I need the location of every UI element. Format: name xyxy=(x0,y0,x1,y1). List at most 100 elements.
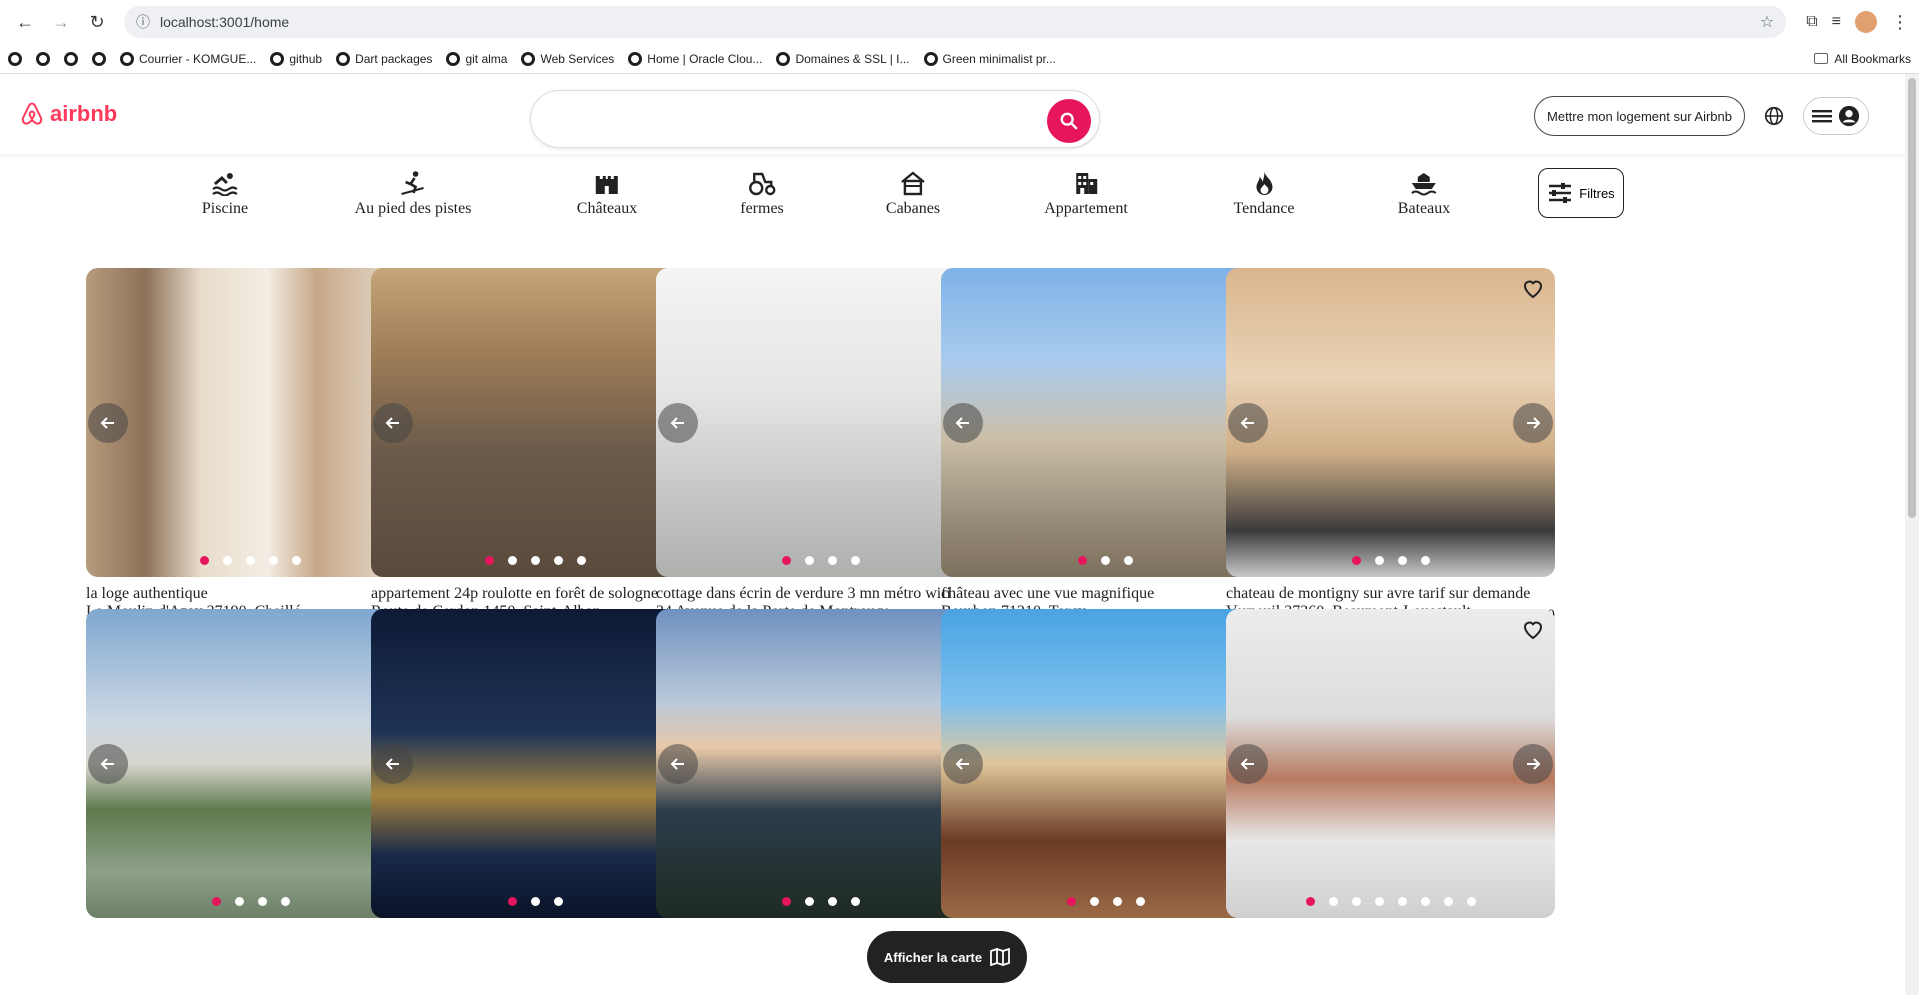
photo-dot[interactable] xyxy=(257,897,267,906)
listing-card[interactable] xyxy=(86,609,415,918)
bookmark-item[interactable]: github xyxy=(270,51,322,66)
heart-icon[interactable] xyxy=(1521,276,1545,300)
photo-dot[interactable] xyxy=(1305,897,1315,906)
reload-icon[interactable]: ↻ xyxy=(82,7,112,37)
photo-dot[interactable] xyxy=(211,897,221,906)
bookmark-item[interactable]: Green minimalist pr... xyxy=(923,51,1056,66)
listing-card[interactable] xyxy=(941,609,1270,918)
bookmark-item[interactable]: git alma xyxy=(446,51,507,66)
photo-dot[interactable] xyxy=(827,556,837,565)
bookmark-blank-3[interactable] xyxy=(64,51,78,66)
photo-dot[interactable] xyxy=(1420,897,1430,906)
photo-dot[interactable] xyxy=(531,556,540,565)
photo-dot[interactable] xyxy=(804,556,814,565)
search-button[interactable] xyxy=(1047,99,1091,143)
photo-dot[interactable] xyxy=(1078,556,1087,565)
listing-card[interactable]: cottage dans écrin de verdure 3 mn métro… xyxy=(656,268,985,659)
photo-dot[interactable] xyxy=(200,556,209,565)
photo-dot[interactable] xyxy=(223,556,232,565)
photo-dot[interactable] xyxy=(804,897,814,906)
photo-dot[interactable] xyxy=(827,897,837,906)
address-bar[interactable]: ⓘ localhost:3001/home ☆ xyxy=(124,6,1787,38)
photo-dot[interactable] xyxy=(234,897,244,906)
previous-photo-button[interactable] xyxy=(658,402,698,443)
photo-dot[interactable] xyxy=(246,556,255,565)
bookmark-item[interactable]: Domaines & SSL | I... xyxy=(776,51,910,66)
photo-dot[interactable] xyxy=(577,556,586,565)
photo-dot[interactable] xyxy=(280,897,290,906)
photo-dot[interactable] xyxy=(850,556,860,565)
search-bar[interactable] xyxy=(530,90,1100,148)
previous-photo-button[interactable] xyxy=(1228,743,1268,784)
listing-photo[interactable] xyxy=(941,268,1270,577)
photo-dot[interactable] xyxy=(1374,897,1384,906)
show-map-button[interactable]: Afficher la carte xyxy=(867,931,1027,983)
airbnb-logo[interactable]: airbnb xyxy=(18,100,117,128)
category-piscine[interactable]: Piscine xyxy=(202,170,248,218)
listing-card[interactable] xyxy=(1226,609,1555,918)
category-bateaux[interactable]: Bateaux xyxy=(1398,170,1450,218)
next-photo-button[interactable] xyxy=(1513,402,1553,443)
listing-photo[interactable] xyxy=(86,609,415,918)
photo-dot[interactable] xyxy=(1466,897,1476,906)
photo-dot[interactable] xyxy=(1420,556,1430,565)
forward-icon[interactable]: → xyxy=(46,7,76,37)
category-chateaux[interactable]: Châteaux xyxy=(577,170,637,218)
extensions-icon[interactable]: ⧉ xyxy=(1806,13,1817,31)
photo-dot[interactable] xyxy=(1124,556,1133,565)
photo-dot[interactable] xyxy=(1112,897,1122,906)
photo-dot[interactable] xyxy=(554,897,563,906)
bookmark-blank-4[interactable] xyxy=(92,51,106,66)
scrollbar-thumb[interactable] xyxy=(1908,78,1916,518)
photo-dot[interactable] xyxy=(1135,897,1145,906)
previous-photo-button[interactable] xyxy=(373,743,413,784)
category-tendance[interactable]: Tendance xyxy=(1233,170,1295,218)
previous-photo-button[interactable] xyxy=(373,402,413,443)
listing-photo[interactable] xyxy=(1226,268,1555,577)
back-icon[interactable]: ← xyxy=(10,7,40,37)
bookmark-item[interactable]: Home | Oracle Clou... xyxy=(628,51,762,66)
listing-photo[interactable] xyxy=(941,609,1270,918)
photo-dot[interactable] xyxy=(531,897,540,906)
bookmark-star-icon[interactable]: ☆ xyxy=(1760,12,1774,32)
previous-photo-button[interactable] xyxy=(88,402,128,443)
all-bookmarks[interactable]: All Bookmarks xyxy=(1814,52,1911,66)
bookmark-blank-1[interactable] xyxy=(8,51,22,66)
photo-dot[interactable] xyxy=(508,556,517,565)
bookmark-item[interactable]: Dart packages xyxy=(336,51,432,66)
photo-dot[interactable] xyxy=(269,556,278,565)
photo-dot[interactable] xyxy=(1397,897,1407,906)
photo-dot[interactable] xyxy=(485,556,494,565)
photo-dot[interactable] xyxy=(554,556,563,565)
photo-dot[interactable] xyxy=(1066,897,1076,906)
listing-photo[interactable] xyxy=(1226,609,1555,918)
host-button[interactable]: Mettre mon logement sur Airbnb xyxy=(1534,96,1745,136)
previous-photo-button[interactable] xyxy=(943,743,983,784)
bookmark-item[interactable]: Web Services xyxy=(521,51,614,66)
photo-dot[interactable] xyxy=(1101,556,1110,565)
photo-dot[interactable] xyxy=(1351,556,1361,565)
profile-avatar[interactable] xyxy=(1855,11,1877,33)
previous-photo-button[interactable] xyxy=(658,743,698,784)
listing-photo[interactable] xyxy=(656,609,985,918)
category-au-pied-des-pistes[interactable]: Au pied des pistes xyxy=(355,170,471,218)
heart-icon[interactable] xyxy=(1521,617,1545,641)
photo-dot[interactable] xyxy=(781,556,791,565)
photo-dot[interactable] xyxy=(1089,897,1099,906)
photo-dot[interactable] xyxy=(1397,556,1407,565)
photo-dot[interactable] xyxy=(850,897,860,906)
category-appartement[interactable]: Appartement xyxy=(1044,170,1128,218)
page-scrollbar[interactable] xyxy=(1905,74,1919,995)
previous-photo-button[interactable] xyxy=(943,402,983,443)
photo-dot[interactable] xyxy=(781,897,791,906)
filters-button[interactable]: Filtres xyxy=(1538,168,1624,218)
media-icon[interactable]: ≡ xyxy=(1832,13,1841,31)
category-cabanes[interactable]: Cabanes xyxy=(886,170,940,218)
photo-dot[interactable] xyxy=(508,897,517,906)
listing-card[interactable]: la loge authentiqueLe Moulin d'Azay 3719… xyxy=(86,268,415,641)
url-text[interactable]: localhost:3001/home xyxy=(160,14,289,30)
listing-card[interactable]: château avec une vue magnifiqueBourbon 7… xyxy=(941,268,1270,641)
listing-card[interactable]: chateau de montigny sur avre tarif sur d… xyxy=(1226,268,1555,641)
listing-card[interactable] xyxy=(371,609,700,918)
globe-icon[interactable] xyxy=(1763,105,1785,127)
